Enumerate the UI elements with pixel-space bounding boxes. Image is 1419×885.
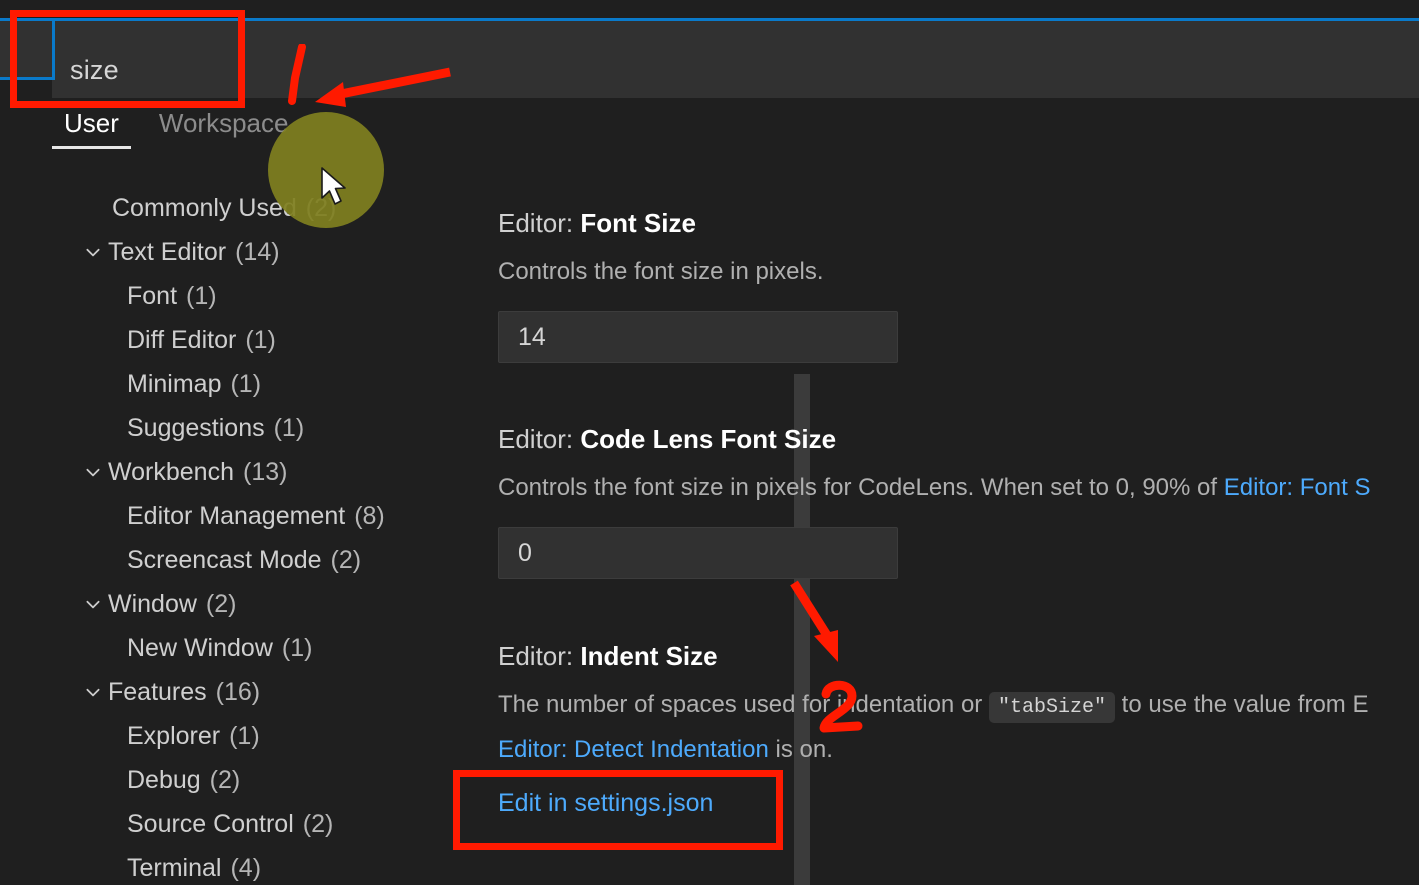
toc-item-count: (2) bbox=[209, 765, 241, 794]
toc-item-count: (16) bbox=[215, 677, 261, 706]
code-lens-font-size-input[interactable]: 0 bbox=[498, 527, 898, 579]
editor-font-size-link[interactable]: Editor: Font S bbox=[1224, 474, 1371, 501]
toc-item-debug[interactable]: Debug (2) bbox=[0, 758, 414, 802]
toc-item-label: Workbench bbox=[108, 457, 234, 486]
description-text: Controls the font size in pixels for Cod… bbox=[498, 474, 1224, 501]
toc-item-count: (1) bbox=[281, 633, 313, 662]
setting-category: Editor: bbox=[498, 424, 581, 454]
toc-item-label: Screencast Mode bbox=[127, 545, 322, 574]
setting-name: Code Lens Font Size bbox=[580, 424, 837, 454]
description-text: The number of spaces used for indentatio… bbox=[498, 691, 989, 718]
setting-title: Editor: Code Lens Font Size bbox=[498, 424, 1370, 455]
code-lens-font-size-input-value: 0 bbox=[518, 538, 532, 567]
chevron-down-icon[interactable] bbox=[78, 463, 108, 481]
tab-size-code-badge: "tabSize" bbox=[988, 692, 1115, 723]
tab-workspace-label: Workspace bbox=[158, 108, 289, 138]
toc-item-explorer[interactable]: Explorer (1) bbox=[0, 714, 414, 758]
search-input[interactable]: size bbox=[52, 42, 1419, 98]
toc-item-terminal[interactable]: Terminal (4) bbox=[0, 846, 414, 885]
settings-search-row: size bbox=[0, 18, 1419, 98]
tab-user-label: User bbox=[64, 108, 119, 138]
toc-item-label: Debug bbox=[127, 765, 201, 794]
settings-toc-tree[interactable]: Commonly Used (2) Text Editor (14) Font (1) Di… bbox=[0, 186, 414, 885]
toc-item-count: (1) bbox=[186, 281, 217, 310]
setting-name: Indent Size bbox=[580, 641, 718, 671]
toc-item-count: (1) bbox=[229, 721, 260, 750]
toc-item-window[interactable]: Window (2) bbox=[0, 582, 414, 626]
toc-item-count: (13) bbox=[243, 457, 288, 486]
settings-editor-window: size User Workspace Commonly Used (2) Text… bbox=[0, 0, 1419, 885]
toc-item-count: (4) bbox=[230, 853, 262, 882]
setting-name: Font Size bbox=[580, 208, 696, 238]
setting-editor-indent-size: Editor: Indent Size The number of spaces… bbox=[498, 641, 1368, 818]
toc-item-label: Minimap bbox=[127, 369, 222, 398]
toc-item-suggestions[interactable]: Suggestions (1) bbox=[0, 406, 414, 450]
edit-in-settings-json-link[interactable]: Edit in settings.json bbox=[498, 789, 713, 817]
toc-item-label: Explorer bbox=[127, 721, 221, 750]
chevron-down-icon[interactable] bbox=[78, 683, 108, 701]
setting-category: Editor: bbox=[498, 208, 581, 238]
toc-item-font[interactable]: Font (1) bbox=[0, 274, 414, 318]
setting-editor-font-size: Editor: Font Size Controls the font size… bbox=[498, 208, 898, 363]
setting-category: Editor: bbox=[498, 641, 581, 671]
toc-item-label: Editor Management bbox=[127, 501, 346, 530]
toc-item-workbench[interactable]: Workbench (13) bbox=[0, 450, 414, 494]
chevron-down-icon[interactable] bbox=[78, 595, 108, 613]
toc-item-label: Font bbox=[127, 281, 178, 310]
toc-item-label: Commonly Used bbox=[112, 193, 297, 222]
toc-item-count: (8) bbox=[354, 501, 385, 530]
toc-item-label: Text Editor bbox=[108, 237, 227, 266]
description-text-middle: to use the value from E bbox=[1115, 691, 1369, 718]
toc-item-text-editor[interactable]: Text Editor (14) bbox=[0, 230, 414, 274]
toc-item-count: (1) bbox=[245, 325, 276, 354]
setting-description-line2: Editor: Detect Indentation is on. bbox=[498, 729, 1368, 771]
setting-editor-code-lens-font-size: Editor: Code Lens Font Size Controls the… bbox=[498, 424, 1370, 579]
toc-item-count: (2) bbox=[302, 809, 334, 838]
setting-title: Editor: Font Size bbox=[498, 208, 898, 239]
toc-item-commonly-used[interactable]: Commonly Used (2) bbox=[0, 186, 414, 230]
setting-description: The number of spaces used for indentatio… bbox=[498, 684, 1368, 729]
toc-item-editor-management[interactable]: Editor Management (8) bbox=[0, 494, 414, 538]
setting-title: Editor: Indent Size bbox=[498, 641, 1368, 672]
toc-item-label: Terminal bbox=[127, 853, 222, 882]
search-input-value: size bbox=[70, 54, 119, 85]
toc-item-count: (2) bbox=[205, 589, 237, 618]
toc-item-label: Suggestions bbox=[127, 413, 265, 442]
toc-item-count: (1) bbox=[273, 413, 305, 442]
settings-list: Editor: Font Size Controls the font size… bbox=[440, 186, 1419, 885]
toc-item-label: Window bbox=[108, 589, 197, 618]
toc-item-label: New Window bbox=[127, 633, 273, 662]
toc-item-diff-editor[interactable]: Diff Editor (1) bbox=[0, 318, 414, 362]
toc-item-count: (14) bbox=[235, 237, 280, 266]
editor-detect-indentation-link[interactable]: Editor: Detect Indentation bbox=[498, 736, 769, 763]
toc-item-label: Features bbox=[108, 677, 207, 706]
font-size-input-value: 14 bbox=[518, 322, 546, 351]
search-input-left-border bbox=[52, 18, 55, 80]
sidebar-scrollbar-track[interactable] bbox=[397, 186, 810, 885]
tab-workspace[interactable]: Workspace bbox=[147, 104, 301, 149]
settings-scope-tabs: User Workspace bbox=[52, 104, 300, 149]
toc-item-new-window[interactable]: New Window (1) bbox=[0, 626, 414, 670]
toc-item-screencast-mode[interactable]: Screencast Mode (2) bbox=[0, 538, 414, 582]
toc-item-count: (1) bbox=[230, 369, 262, 398]
setting-description: Controls the font size in pixels. bbox=[498, 258, 824, 285]
toc-item-count: (2) bbox=[330, 545, 362, 574]
tab-user[interactable]: User bbox=[52, 104, 131, 149]
description-text-after: is on. bbox=[768, 736, 833, 763]
font-size-input[interactable]: 14 bbox=[498, 311, 898, 363]
toc-item-minimap[interactable]: Minimap (1) bbox=[0, 362, 414, 406]
toc-item-label: Diff Editor bbox=[127, 325, 237, 354]
chevron-down-icon[interactable] bbox=[78, 243, 108, 261]
toc-item-count: (2) bbox=[305, 193, 337, 222]
toc-item-label: Source Control bbox=[127, 809, 294, 838]
toc-item-features[interactable]: Features (16) bbox=[0, 670, 414, 714]
toc-item-source-control[interactable]: Source Control (2) bbox=[0, 802, 414, 846]
setting-description: Controls the font size in pixels for Cod… bbox=[498, 467, 1370, 509]
